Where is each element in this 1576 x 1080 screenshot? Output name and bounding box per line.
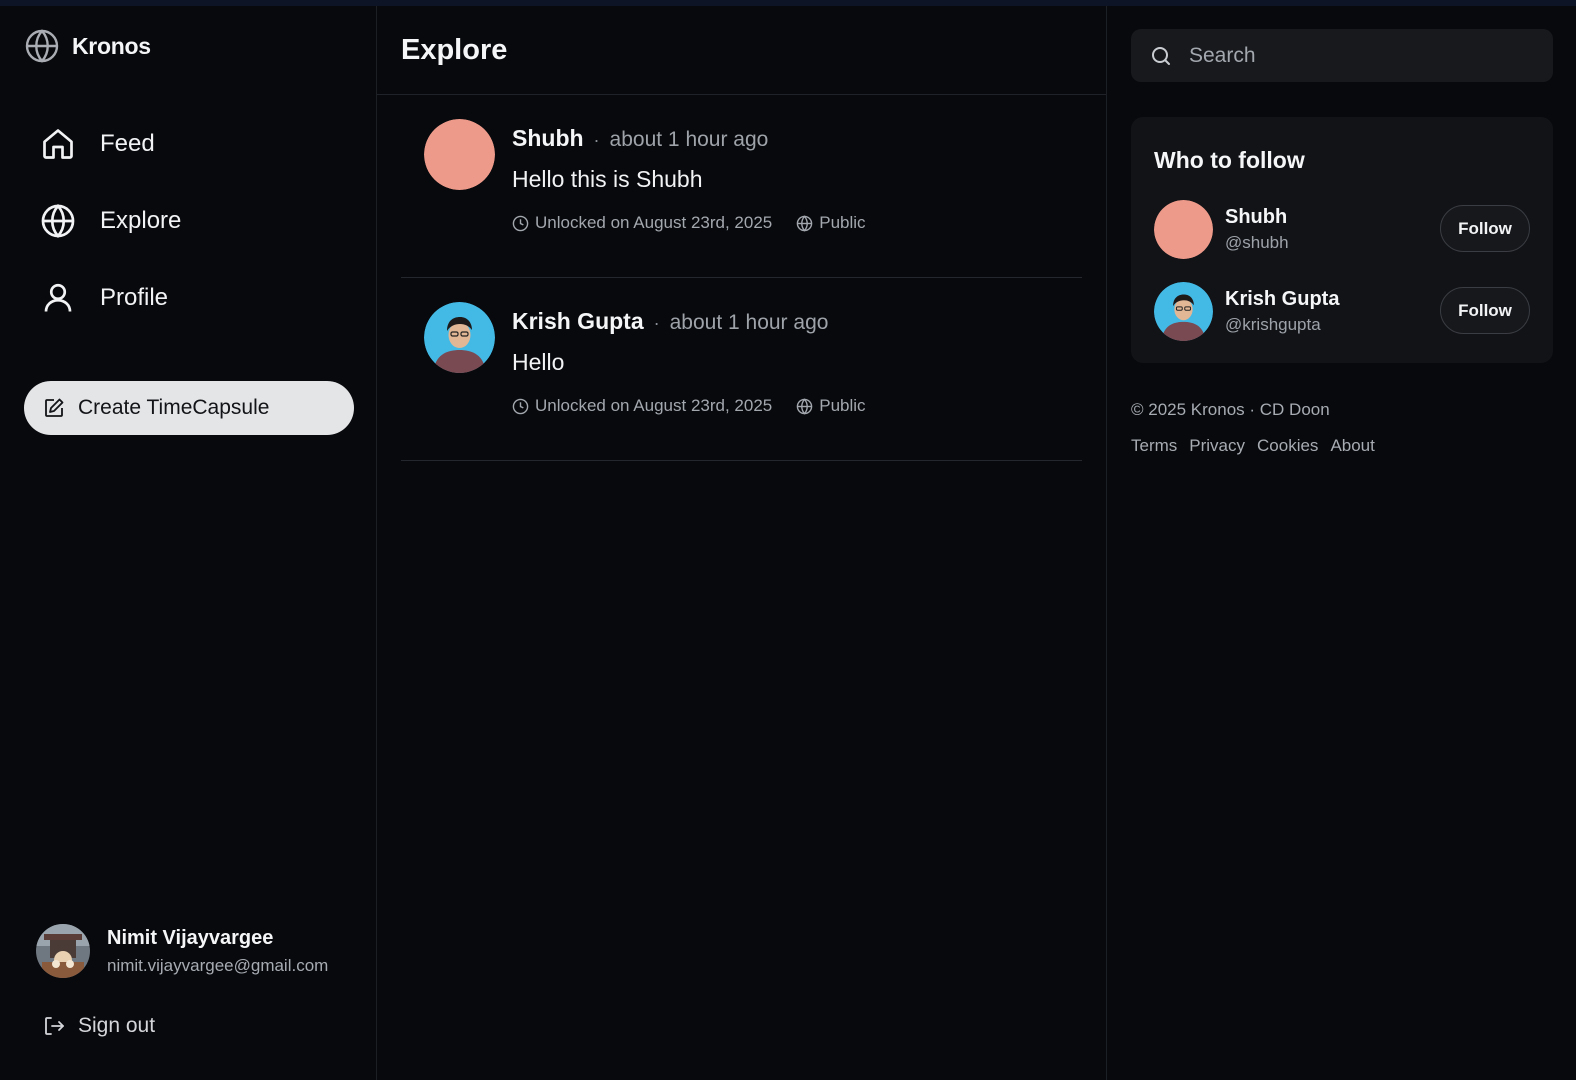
- edit-icon: [45, 398, 64, 417]
- current-user-email: nimit.vijayvargee@gmail.com: [107, 955, 329, 975]
- visibility-text: Public: [819, 213, 866, 232]
- sidebar-item-label: Feed: [100, 130, 155, 157]
- search-bar[interactable]: [1131, 29, 1553, 82]
- globe-logo-icon: [25, 29, 59, 63]
- footer-link-about[interactable]: About: [1330, 436, 1374, 456]
- post-author[interactable]: Shubh: [512, 125, 584, 152]
- visibility: Public: [796, 213, 866, 233]
- follow-button[interactable]: Follow: [1440, 287, 1530, 334]
- main-header: Explore: [377, 6, 1106, 95]
- right-column: Who to follow Shubh @shubh Follow: [1107, 6, 1576, 1080]
- footer-link-privacy[interactable]: Privacy: [1189, 436, 1245, 456]
- unlock-date: Unlocked on August 23rd, 2025: [512, 396, 772, 416]
- current-user[interactable]: Nimit Vijayvargee nimit.vijayvargee@gmai…: [36, 924, 328, 978]
- sidebar-item-profile[interactable]: Profile: [40, 278, 181, 318]
- clock-icon: [512, 215, 529, 231]
- sidebar-item-explore[interactable]: Explore: [40, 201, 181, 241]
- post-card[interactable]: Krish Gupta · about 1 hour ago Hello Unl…: [401, 278, 1082, 461]
- suggestion-name[interactable]: Krish Gupta: [1225, 288, 1339, 311]
- sidebar-item-label: Explore: [100, 207, 182, 234]
- logout-icon: [45, 1017, 64, 1035]
- suggestion-name[interactable]: Shubh: [1225, 206, 1289, 229]
- current-user-name: Nimit Vijayvargee: [107, 926, 274, 949]
- footer-link-terms[interactable]: Terms: [1131, 436, 1177, 456]
- post-body: Hello this is Shubh: [512, 166, 703, 192]
- post-time: about 1 hour ago: [609, 128, 769, 151]
- clock-icon: [512, 398, 529, 414]
- suggestion-handle: @krishgupta: [1225, 314, 1321, 334]
- create-timecapsule-label: Create TimeCapsule: [78, 396, 270, 419]
- follow-suggestion: Shubh @shubh Follow: [1154, 199, 1530, 259]
- home-icon: [43, 129, 73, 159]
- avatar[interactable]: [1154, 281, 1213, 341]
- sidebar: Kronos Feed Explore Profile Create TimeC…: [0, 6, 377, 1080]
- sign-out-button[interactable]: Sign out: [42, 1014, 155, 1038]
- post-meta: Unlocked on August 23rd, 2025 Public: [512, 396, 866, 416]
- post-header: Krish Gupta · about 1 hour ago: [512, 308, 828, 335]
- brand[interactable]: Kronos: [24, 28, 151, 64]
- visibility-text: Public: [819, 396, 866, 415]
- visibility: Public: [796, 396, 866, 416]
- globe-icon: [41, 203, 75, 239]
- footer-copyright: © 2025 Kronos · CD Doon: [1131, 400, 1330, 419]
- sidebar-nav: Feed Explore Profile: [40, 124, 181, 355]
- footer-links: Terms Privacy Cookies About: [1131, 436, 1375, 456]
- page-title: Explore: [401, 33, 508, 66]
- unlock-date-text: Unlocked on August 23rd, 2025: [535, 213, 773, 232]
- footer-link-cookies[interactable]: Cookies: [1257, 436, 1318, 456]
- main-column: Explore Shubh · about 1 hour ago Hello t…: [377, 6, 1107, 1080]
- create-timecapsule-button[interactable]: Create TimeCapsule: [24, 381, 354, 435]
- who-to-follow-card: Who to follow Shubh @shubh Follow Krish …: [1131, 117, 1553, 363]
- globe-icon: [796, 397, 813, 415]
- globe-icon: [796, 214, 813, 232]
- avatar[interactable]: [424, 119, 495, 190]
- search-input[interactable]: [1189, 43, 1529, 68]
- post-header: Shubh · about 1 hour ago: [512, 125, 768, 152]
- sign-out-label: Sign out: [78, 1014, 156, 1037]
- separator-dot: ·: [593, 130, 600, 150]
- user-icon: [44, 283, 72, 312]
- follow-button[interactable]: Follow: [1440, 205, 1530, 252]
- post-time: about 1 hour ago: [669, 311, 829, 334]
- unlock-date-text: Unlocked on August 23rd, 2025: [535, 396, 773, 415]
- sidebar-item-feed[interactable]: Feed: [40, 124, 181, 164]
- post-author[interactable]: Krish Gupta: [512, 308, 644, 335]
- avatar[interactable]: [1154, 199, 1213, 259]
- unlock-date: Unlocked on August 23rd, 2025: [512, 213, 772, 233]
- app-shell: Kronos Feed Explore Profile Create TimeC…: [0, 6, 1576, 1080]
- post-meta: Unlocked on August 23rd, 2025 Public: [512, 213, 866, 233]
- follow-suggestion: Krish Gupta @krishgupta Follow: [1154, 281, 1530, 341]
- who-to-follow-title: Who to follow: [1154, 147, 1305, 173]
- sidebar-item-label: Profile: [100, 284, 169, 311]
- post-body: Hello: [512, 349, 565, 375]
- avatar: [36, 924, 90, 978]
- brand-name: Kronos: [72, 32, 151, 59]
- post-card[interactable]: Shubh · about 1 hour ago Hello this is S…: [401, 95, 1082, 278]
- search-icon: [1152, 46, 1170, 65]
- suggestion-handle: @shubh: [1225, 232, 1289, 252]
- separator-dot: ·: [653, 313, 660, 333]
- avatar[interactable]: [424, 302, 495, 373]
